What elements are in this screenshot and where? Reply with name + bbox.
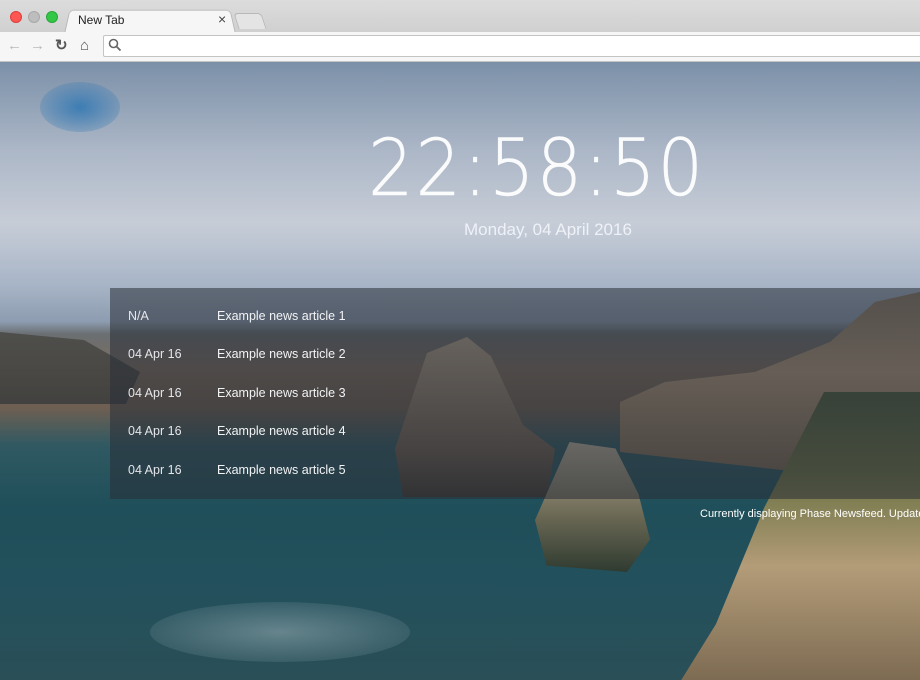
news-title-link[interactable]: Example news article 4 bbox=[217, 424, 346, 438]
news-title-link[interactable]: Example news article 2 bbox=[217, 347, 346, 361]
news-title-link[interactable]: Example news article 1 bbox=[217, 309, 346, 323]
window-maximize-button[interactable] bbox=[46, 11, 58, 23]
news-item[interactable]: 04 Apr 16 Example news article 3 bbox=[110, 375, 920, 413]
forward-arrow-icon[interactable]: → bbox=[30, 37, 45, 55]
news-item[interactable]: 04 Apr 16 Example news article 5 bbox=[110, 452, 920, 490]
clock: 22:58:50 bbox=[368, 124, 706, 215]
reload-icon[interactable]: ↻ bbox=[55, 37, 68, 55]
date-display: Monday, 04 April 2016 bbox=[464, 220, 632, 239]
address-bar[interactable] bbox=[103, 35, 920, 57]
new-tab-page: 22:58:50 Monday, 04 April 2016 N/A Examp… bbox=[0, 62, 920, 680]
news-item[interactable]: 04 Apr 16 Example news article 4 bbox=[110, 413, 920, 451]
news-item[interactable]: 04 Apr 16 Example news article 2 bbox=[110, 336, 920, 374]
news-date: 04 Apr 16 bbox=[128, 424, 182, 438]
news-date: 04 Apr 16 bbox=[128, 386, 182, 400]
background-sea bbox=[150, 602, 410, 662]
news-date: 04 Apr 16 bbox=[128, 463, 182, 477]
new-tab-button[interactable] bbox=[233, 13, 267, 29]
back-arrow-icon[interactable]: ← bbox=[7, 37, 22, 55]
home-icon[interactable]: ⌂ bbox=[80, 37, 89, 55]
tab-close-button[interactable]: × bbox=[218, 11, 226, 27]
news-title-link[interactable]: Example news article 5 bbox=[217, 463, 346, 477]
window-close-button[interactable] bbox=[10, 11, 22, 23]
newsfeed-status-text: Currently displaying Phase Newsfeed. Upd… bbox=[700, 508, 920, 520]
tab-title: New Tab bbox=[78, 13, 125, 27]
news-item[interactable]: N/A Example news article 1 bbox=[110, 298, 920, 336]
news-date: N/A bbox=[128, 309, 149, 323]
window-minimize-button[interactable] bbox=[28, 11, 40, 23]
news-feed-panel: N/A Example news article 1 04 Apr 16 Exa… bbox=[110, 288, 920, 499]
news-title-link[interactable]: Example news article 3 bbox=[217, 386, 346, 400]
news-date: 04 Apr 16 bbox=[128, 347, 182, 361]
search-icon bbox=[108, 38, 122, 52]
background-sky bbox=[40, 82, 120, 132]
